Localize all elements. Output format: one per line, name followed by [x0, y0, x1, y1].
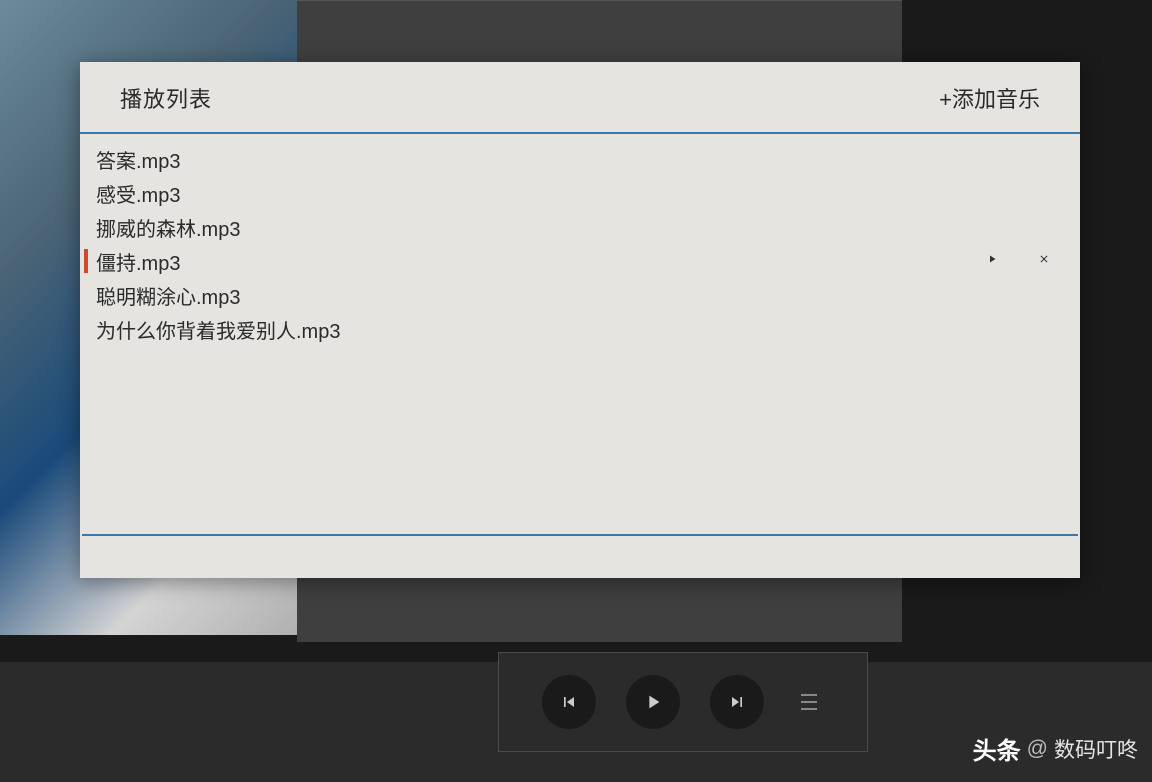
playlist-title: 播放列表	[120, 82, 212, 114]
track-active-indicator	[84, 147, 88, 171]
track-name: 答案.mp3	[96, 145, 1050, 174]
track-name: 僵持.mp3	[96, 247, 986, 276]
playlist-footer-divider	[82, 534, 1078, 536]
track-active-indicator	[84, 249, 88, 273]
track-row[interactable]: 为什么你背着我爱别人.mp3	[80, 312, 1080, 346]
track-name: 挪威的森林.mp3	[96, 213, 1050, 242]
track-active-indicator	[84, 317, 88, 341]
track-name: 感受.mp3	[96, 179, 1050, 208]
play-icon	[986, 253, 998, 265]
track-actions	[986, 252, 1050, 270]
playlist-toggle-button[interactable]	[794, 694, 824, 710]
watermark: 头条 @ 数码叮咚	[973, 731, 1138, 766]
track-active-indicator	[84, 215, 88, 239]
add-music-button[interactable]: +添加音乐	[939, 82, 1040, 114]
track-row[interactable]: 僵持.mp3	[80, 244, 1080, 278]
player-controls	[498, 652, 868, 752]
skip-next-icon	[727, 692, 747, 712]
skip-previous-icon	[559, 692, 579, 712]
track-active-indicator	[84, 181, 88, 205]
track-active-indicator	[84, 283, 88, 307]
next-button[interactable]	[710, 675, 764, 729]
track-remove-button[interactable]	[1038, 252, 1050, 270]
playlist-body: 答案.mp3 感受.mp3 挪威的森林.mp3 僵持.mp3 聪明糊涂心.mp3 为什么你…	[80, 134, 1080, 534]
playlist-header: 播放列表 +添加音乐	[80, 62, 1080, 134]
track-row[interactable]: 挪威的森林.mp3	[80, 210, 1080, 244]
track-name: 为什么你背着我爱别人.mp3	[96, 315, 1050, 344]
track-name: 聪明糊涂心.mp3	[96, 281, 1050, 310]
watermark-brand: 头条	[973, 731, 1021, 766]
watermark-author: 数码叮咚	[1054, 734, 1138, 764]
track-row[interactable]: 聪明糊涂心.mp3	[80, 278, 1080, 312]
close-icon	[1038, 253, 1050, 265]
previous-button[interactable]	[542, 675, 596, 729]
play-icon	[642, 691, 664, 713]
track-play-button[interactable]	[986, 252, 998, 270]
track-row[interactable]: 感受.mp3	[80, 176, 1080, 210]
play-button[interactable]	[626, 675, 680, 729]
playlist-panel: 播放列表 +添加音乐 答案.mp3 感受.mp3 挪威的森林.mp3 僵持.mp3 聪明…	[80, 62, 1080, 578]
watermark-at: @	[1027, 737, 1048, 761]
menu-icon	[801, 694, 817, 696]
track-row[interactable]: 答案.mp3	[80, 142, 1080, 176]
